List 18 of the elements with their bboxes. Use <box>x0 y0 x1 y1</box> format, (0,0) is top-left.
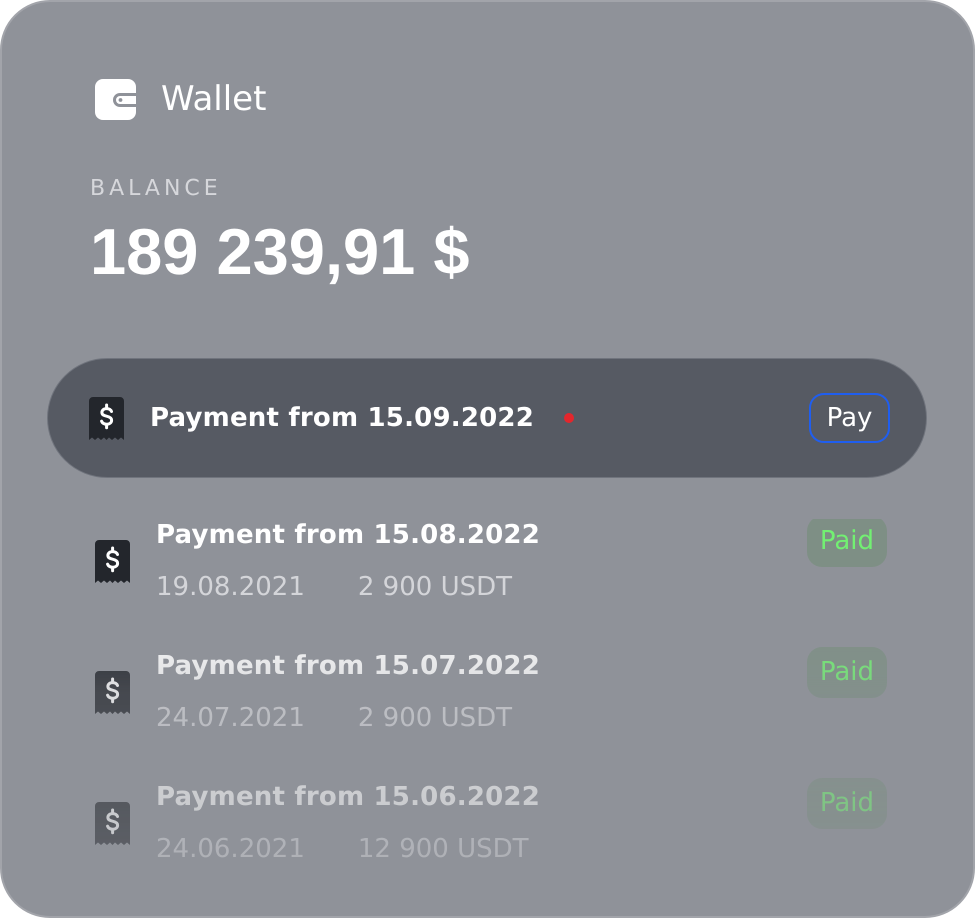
receipt-icon <box>89 396 124 440</box>
balance-amount: 189 239,91 $ <box>90 215 470 289</box>
receipt-icon <box>95 802 130 845</box>
pay-button[interactable]: Pay <box>809 393 890 443</box>
wallet-title: Wallet <box>161 79 266 120</box>
payment-amount: 2 900 USDT <box>358 571 512 603</box>
receipt-icon <box>95 540 130 583</box>
status-badge: Paid <box>806 647 887 698</box>
payment-title: Payment from 15.07.2022 <box>156 650 540 682</box>
payment-title: Payment from 15.09.2022 <box>150 402 534 434</box>
wallet-icon <box>95 79 136 120</box>
status-badge: Paid <box>806 516 887 567</box>
receipt-icon <box>95 671 130 714</box>
payment-row[interactable]: Payment from 15.09.2022 Pay <box>47 358 927 478</box>
payment-title: Payment from 15.06.2022 <box>156 781 540 813</box>
balance-label: BALANCE <box>90 176 222 202</box>
payment-title: Payment from 15.08.2022 <box>156 519 540 551</box>
payment-date: 19.08.2021 <box>156 571 305 603</box>
